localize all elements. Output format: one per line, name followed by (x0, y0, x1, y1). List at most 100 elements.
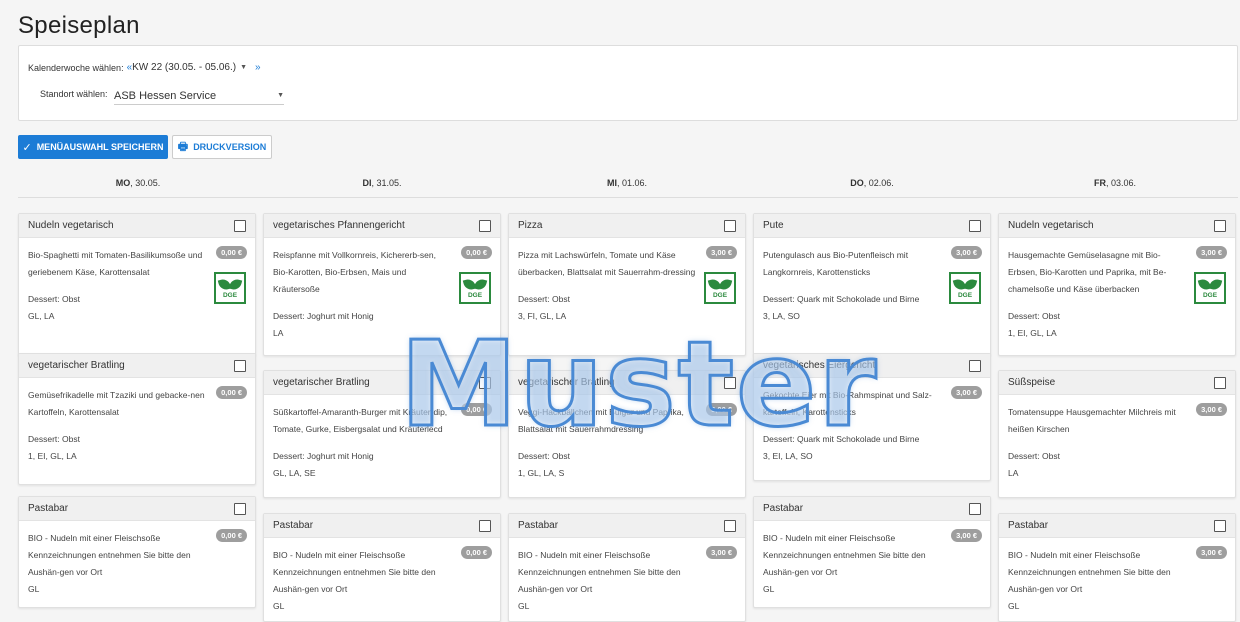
menu-card-header: Pizza (509, 214, 745, 238)
printer-icon: 🖶 (177, 140, 189, 153)
leaf-icon (217, 277, 243, 292)
select-checkbox[interactable] (969, 219, 981, 232)
page-title: Speiseplan (18, 12, 140, 39)
menu-card[interactable]: vegetarischer Bratling 3,00 € Veggi-Hackbä… (508, 370, 746, 498)
dessert-text: Dessert: Joghurt mit Honig (273, 311, 374, 321)
menu-description: Putengulasch aus Bio-Putenfleisch mit La… (763, 250, 909, 277)
location-select[interactable]: ASB Hessen Service ▼ (114, 87, 284, 105)
dessert-text: Dessert: Obst (518, 451, 570, 461)
price-badge: 3,00 € (951, 386, 982, 399)
price-badge: 0,00 € (216, 246, 247, 259)
select-checkbox[interactable] (479, 376, 491, 389)
select-checkbox[interactable] (1214, 219, 1226, 232)
menu-card-header: Pastabar (264, 514, 500, 538)
select-checkbox[interactable] (1214, 376, 1226, 389)
menu-title: vegetarischer Bratling (273, 377, 370, 388)
allergen-codes: 3, FI, GL, LA (518, 311, 567, 321)
menu-title: vegetarischer Bratling (28, 360, 125, 371)
menu-title: vegetarisches Eiergericht (763, 360, 876, 371)
leaf-shape (473, 277, 488, 292)
next-week-link[interactable]: » (255, 62, 261, 73)
menu-card[interactable]: Nudeln vegetarisch 3,00 € Hausgemachte Gem… (998, 213, 1236, 356)
day-abbr: DO (850, 178, 864, 188)
select-checkbox[interactable] (969, 502, 981, 515)
dessert-text: Dessert: Obst (1008, 451, 1060, 461)
save-selection-button[interactable]: ✓ MENÜAUSWAHL SPEICHERN (18, 135, 168, 159)
filter-panel (18, 45, 1238, 121)
menu-card[interactable]: vegetarisches Pfannengericht 0,00 € Reispf… (263, 213, 501, 356)
allergen-codes: GL (28, 584, 40, 594)
divider (18, 197, 1238, 198)
allergen-codes: LA (273, 328, 284, 338)
select-checkbox[interactable] (234, 219, 246, 232)
print-version-label: DRUCKVERSION (193, 142, 267, 152)
select-checkbox[interactable] (724, 376, 736, 389)
menu-title: Nudeln vegetarisch (28, 220, 114, 231)
select-checkbox[interactable] (479, 219, 491, 232)
price-badge: 0,00 € (216, 529, 247, 542)
price-badge: 3,00 € (951, 529, 982, 542)
menu-card[interactable]: Pastabar 3,00 € BIO - Nudeln mit einer Fle… (508, 513, 746, 622)
menu-title: vegetarischer Bratling (518, 377, 615, 388)
menu-card-body: 3,00 € Hausgemachte Gemüselasagne mit Bio… (999, 238, 1235, 342)
menu-description: BIO - Nudeln mit einer Fleischsoße Kennz… (518, 550, 681, 594)
print-version-button[interactable]: 🖶 DRUCKVERSION (172, 135, 272, 159)
select-checkbox[interactable] (969, 359, 981, 372)
menu-description: Süßkartoffel-Amaranth-Burger mit Kräuter… (273, 407, 448, 434)
menu-card[interactable]: Pastabar 3,00 € BIO - Nudeln mit einer Fle… (753, 496, 991, 608)
menu-card[interactable]: Pastabar 0,00 € BIO - Nudeln mit einer Fle… (263, 513, 501, 622)
price-badge: 3,00 € (1196, 246, 1227, 259)
menu-card-header: Süßspeise (999, 371, 1235, 395)
menu-title: Pastabar (518, 520, 559, 531)
week-select-value: KW 22 (30.05. - 05.06.) (132, 62, 237, 73)
leaf-icon (1197, 277, 1223, 292)
menu-card-body: 0,00 € Gemüsefrikadelle mit Tzaziki und g… (19, 378, 255, 465)
menu-card-body: 0,00 € Reispfanne mit Vollkornreis, Kiche… (264, 238, 500, 342)
location-label: Standort wählen: (40, 89, 108, 99)
price-badge: 0,00 € (216, 386, 247, 399)
menu-card-header: Nudeln vegetarisch (999, 214, 1235, 238)
dge-label: DGE (467, 292, 483, 299)
allergen-codes: LA (1008, 468, 1019, 478)
select-checkbox[interactable] (234, 359, 246, 372)
menu-card-body: 3,00 € Veggi-Hackbällchen mit Bulgur und … (509, 395, 745, 482)
menu-card[interactable]: vegetarischer Bratling 0,00 € Süßkartoffel… (263, 370, 501, 498)
day-header-4: FR, 03.06. (993, 178, 1237, 188)
menu-title: Pastabar (763, 503, 804, 514)
dge-logo-icon: DGE (1194, 272, 1226, 304)
select-checkbox[interactable] (1214, 519, 1226, 532)
menu-card[interactable]: vegetarisches Eiergericht 3,00 € Gekochte … (753, 353, 991, 481)
page: Speiseplan Kalenderwoche wählen: « KW 22… (0, 0, 1240, 622)
select-checkbox[interactable] (234, 502, 246, 515)
menu-card[interactable]: Pastabar 3,00 € BIO - Nudeln mit einer Fle… (998, 513, 1236, 622)
week-select[interactable]: KW 22 (30.05. - 05.06.) ▼ (132, 62, 247, 73)
day-abbr: MI (606, 178, 617, 188)
menu-card[interactable]: Nudeln vegetarisch 0,00 € Bio-Spaghetti mi… (18, 213, 256, 356)
day-header-0: MO, 30.05. (16, 178, 260, 188)
menu-description: BIO - Nudeln mit einer Fleischsoße Kennz… (28, 533, 191, 577)
menu-card[interactable]: Pizza 3,00 € Pizza mit Lachswürfeln, Tomat… (508, 213, 746, 356)
menu-description: Tomatensuppe Hausgemachter Milchreis mit… (1008, 407, 1176, 434)
menu-card[interactable]: Pastabar 0,00 € BIO - Nudeln mit einer Fle… (18, 496, 256, 608)
allergen-codes: 1, GL, LA, S (518, 468, 565, 478)
menu-description: Hausgemachte Gemüselasagne mit Bio-Erbse… (1008, 250, 1167, 294)
location-select-value: ASB Hessen Service (114, 89, 217, 102)
menu-description: BIO - Nudeln mit einer Fleischsoße Kennz… (1008, 550, 1171, 594)
select-checkbox[interactable] (479, 519, 491, 532)
leaf-shape (228, 277, 243, 292)
menu-card-header: vegetarisches Pfannengericht (264, 214, 500, 238)
menu-card[interactable]: Süßspeise 3,00 € Tomatensuppe Hausgemachte… (998, 370, 1236, 498)
menu-card[interactable]: Pute 3,00 € Putengulasch aus Bio-Putenflei… (753, 213, 991, 356)
menu-card[interactable]: vegetarischer Bratling 0,00 € Gemüsefrikad… (18, 353, 256, 485)
menu-card-body: 3,00 € BIO - Nudeln mit einer Fleischsoße… (999, 538, 1235, 615)
select-checkbox[interactable] (724, 519, 736, 532)
select-checkbox[interactable] (724, 219, 736, 232)
menu-description: Gekochte Eier mit Bio-Rahmspinat und Sal… (763, 390, 932, 417)
price-badge: 0,00 € (461, 246, 492, 259)
menu-title: Pastabar (273, 520, 314, 531)
menu-description: BIO - Nudeln mit einer Fleischsoße Kennz… (273, 550, 436, 594)
dge-logo-icon: DGE (214, 272, 246, 304)
leaf-icon (462, 277, 488, 292)
menu-title: vegetarisches Pfannengericht (273, 220, 405, 231)
menu-card-body: 0,00 € Bio-Spaghetti mit Tomaten-Basiliku… (19, 238, 255, 325)
